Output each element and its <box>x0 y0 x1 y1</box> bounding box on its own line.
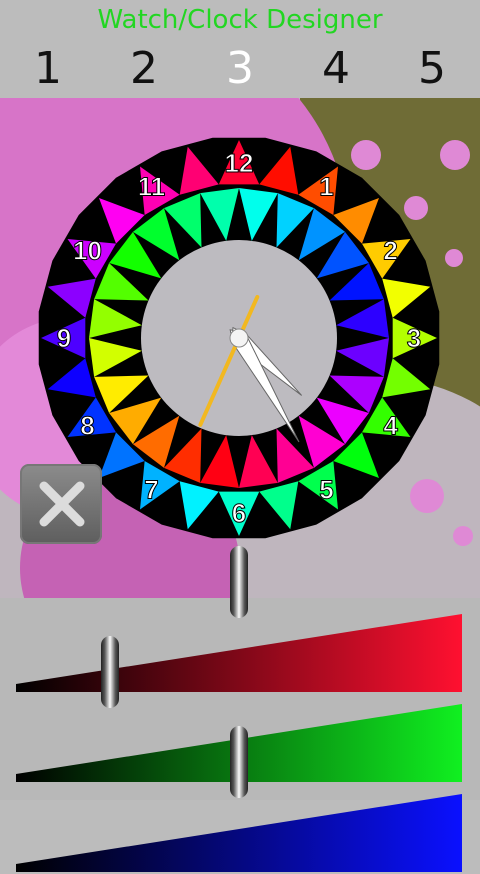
hour-label: 6 <box>232 498 246 528</box>
close-x-icon <box>39 481 85 527</box>
hour-label: 1 <box>319 171 333 201</box>
hour-label: 7 <box>144 475 158 505</box>
slider-blue-knob[interactable] <box>230 726 248 798</box>
hour-label: 12 <box>225 148 254 178</box>
hour-label: 11 <box>138 171 166 201</box>
close-button[interactable] <box>20 464 102 544</box>
hour-label: 9 <box>57 323 71 353</box>
hour-label: 5 <box>319 475 333 505</box>
tab-5[interactable]: 5 <box>384 40 480 98</box>
hour-label: 8 <box>80 411 94 441</box>
hand-pivot <box>229 328 249 348</box>
design-tabs: 1 2 3 4 5 <box>0 40 480 98</box>
slider-green-knob[interactable] <box>100 636 119 708</box>
tab-3[interactable]: 3 <box>192 40 288 98</box>
hour-label: 3 <box>407 323 421 353</box>
tab-2[interactable]: 2 <box>96 40 192 98</box>
app-title: Watch/Clock Designer <box>97 5 383 35</box>
slider-red-knob[interactable] <box>230 546 248 618</box>
tab-4[interactable]: 4 <box>288 40 384 98</box>
hour-label: 4 <box>383 411 398 441</box>
hour-label: 10 <box>73 236 102 266</box>
hour-label: 2 <box>383 236 397 266</box>
tab-1[interactable]: 1 <box>0 40 96 98</box>
color-sliders <box>0 546 480 872</box>
